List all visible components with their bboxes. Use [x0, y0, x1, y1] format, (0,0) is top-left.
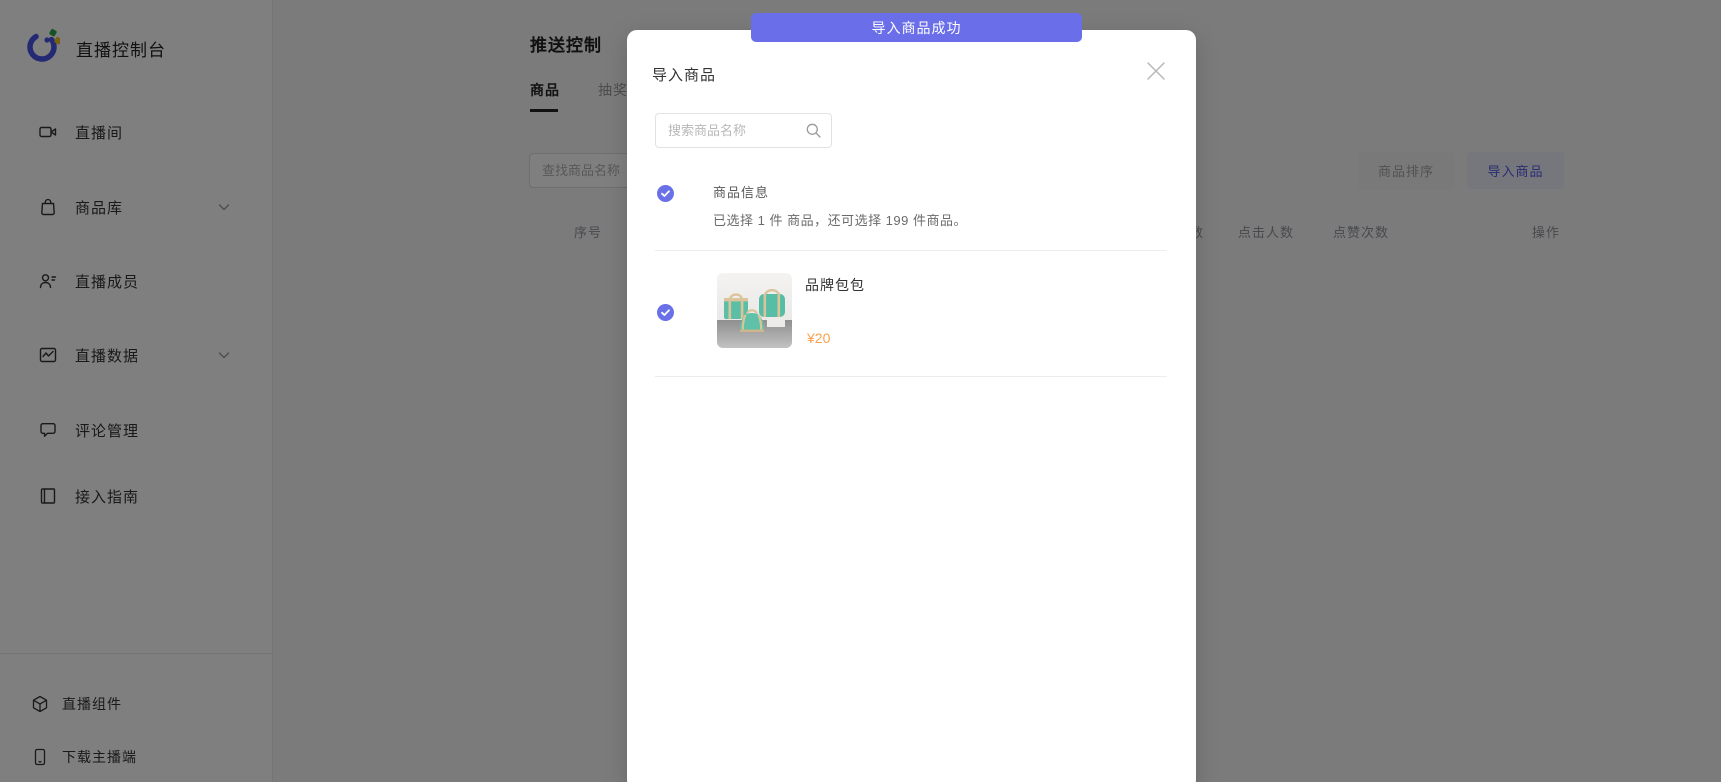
success-toast: 导入商品成功 [751, 13, 1082, 42]
modal-search [655, 113, 832, 148]
selection-summary: 已选择 1 件 商品，还可选择 199 件商品。 [713, 210, 967, 229]
product-name: 品牌包包 [805, 275, 865, 295]
product-image-teal-handbags [717, 273, 792, 348]
search-icon[interactable] [805, 122, 822, 139]
product-checkbox[interactable] [657, 304, 674, 321]
product-price: ¥20 [807, 330, 830, 346]
close-icon[interactable] [1144, 59, 1168, 83]
divider [655, 250, 1167, 251]
divider [655, 376, 1167, 377]
import-products-modal: 导入商品 商品信息 已选择 1 件 商品，还可选择 199 件商品。 [627, 30, 1196, 782]
app-window: 直播控制台 直播间 商品库 [0, 0, 1721, 782]
section-title: 商品信息 [713, 182, 769, 201]
modal-title: 导入商品 [652, 64, 716, 85]
select-all-checkbox[interactable] [657, 185, 674, 202]
